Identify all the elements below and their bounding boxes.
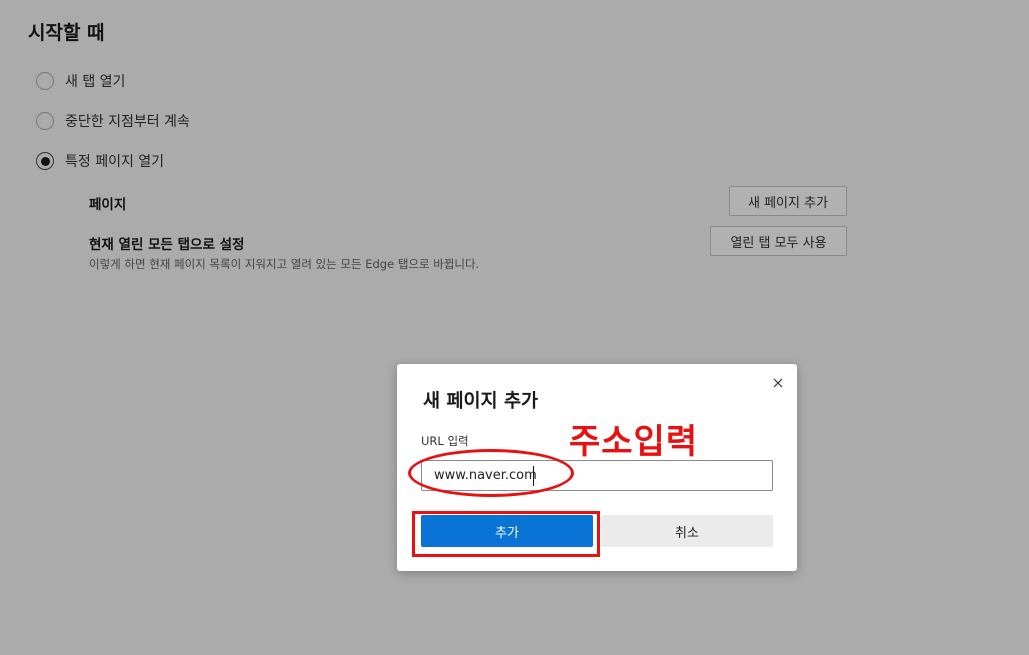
- radio-button[interactable]: [36, 112, 54, 130]
- dialog-title: 새 페이지 추가: [423, 391, 539, 412]
- section-title: 시작할 때: [28, 22, 105, 44]
- radio-dot: [40, 156, 50, 166]
- radio-label: 특정 페이지 열기: [65, 154, 165, 170]
- add-button[interactable]: 추가: [421, 515, 593, 547]
- cancel-button[interactable]: 취소: [601, 515, 773, 547]
- radio-button[interactable]: [36, 72, 54, 90]
- pages-label: 페이지: [89, 197, 127, 213]
- current-tabs-label: 현재 열린 모든 탭으로 설정: [89, 237, 245, 253]
- current-tabs-description: 이렇게 하면 현재 페이지 목록이 지워지고 열려 있는 모든 Edge 탭으로…: [89, 257, 480, 271]
- annotation-text: 주소입력: [569, 422, 699, 462]
- text-caret: [533, 466, 534, 486]
- close-icon-glyph: [773, 378, 783, 388]
- close-icon[interactable]: [769, 374, 787, 392]
- radio-continue[interactable]: 중단한 지점부터 계속: [36, 110, 190, 132]
- radio-specific-pages[interactable]: 특정 페이지 열기: [36, 150, 164, 172]
- use-all-tabs-button[interactable]: 열린 탭 모두 사용: [710, 226, 847, 256]
- url-field-label: URL 입력: [421, 434, 469, 448]
- add-page-dialog: 새 페이지 추가 URL 입력 추가 취소: [397, 364, 797, 571]
- radio-label: 중단한 지점부터 계속: [65, 114, 190, 130]
- radio-new-tab[interactable]: 새 탭 열기: [36, 70, 125, 92]
- radio-button-checked[interactable]: [36, 152, 54, 170]
- radio-label: 새 탭 열기: [65, 74, 126, 90]
- add-page-button[interactable]: 새 페이지 추가: [729, 186, 847, 216]
- url-input[interactable]: [421, 460, 773, 491]
